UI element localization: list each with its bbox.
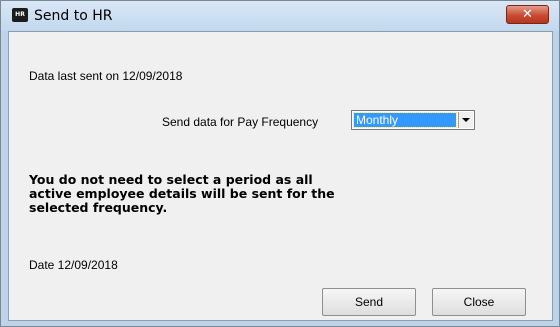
window-title: Send to HR bbox=[34, 8, 113, 24]
dropdown-arrow-icon[interactable] bbox=[458, 112, 473, 128]
title-bar[interactable]: HR Send to HR ✕ bbox=[1, 1, 559, 31]
pay-frequency-selected-value: Monthly bbox=[353, 112, 457, 128]
app-icon: HR bbox=[12, 8, 28, 22]
send-to-hr-dialog: HR Send to HR ✕ Data last sent on 12/09/… bbox=[0, 0, 560, 327]
dialog-body: Data last sent on 12/09/2018 Send data f… bbox=[8, 31, 553, 321]
pay-frequency-select[interactable]: Monthly bbox=[351, 110, 475, 130]
date-label: Date 12/09/2018 bbox=[29, 258, 118, 272]
info-message: You do not need to select a period as al… bbox=[29, 172, 335, 215]
pay-frequency-label: Send data for Pay Frequency bbox=[162, 115, 319, 129]
window-close-button[interactable]: ✕ bbox=[506, 5, 549, 24]
last-sent-label: Data last sent on 12/09/2018 bbox=[29, 69, 183, 83]
close-button[interactable]: Close bbox=[432, 288, 526, 316]
send-button[interactable]: Send bbox=[322, 288, 416, 316]
